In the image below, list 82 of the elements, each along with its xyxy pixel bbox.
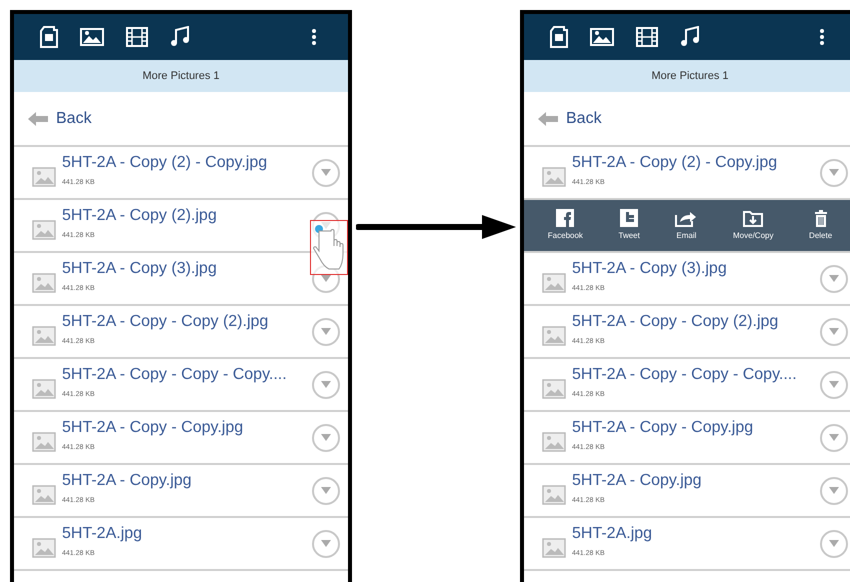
dropdown-button[interactable] xyxy=(820,424,848,452)
caret-icon xyxy=(829,540,839,547)
dropdown-button[interactable] xyxy=(312,424,340,452)
film-icon[interactable] xyxy=(636,27,658,47)
dropdown-button[interactable] xyxy=(312,476,340,504)
folder-title: More Pictures 1 xyxy=(651,68,729,84)
caret-icon xyxy=(321,381,331,388)
facebook-icon xyxy=(556,209,574,227)
file-name[interactable]: 5HT-2A - Copy - Copy - Copy.... xyxy=(62,364,312,385)
image-file-icon xyxy=(32,432,56,452)
dropdown-button[interactable] xyxy=(312,370,340,398)
file-name[interactable]: 5HT-2A.jpg xyxy=(572,524,820,544)
file-name[interactable]: 5HT-2A - Copy - Copy (2).jpg xyxy=(572,312,820,332)
image-file-icon xyxy=(32,378,56,398)
more-menu-icon[interactable] xyxy=(312,29,316,45)
image-file-icon xyxy=(32,326,56,346)
file-name[interactable]: 5HT-2A - Copy (2).jpg xyxy=(62,206,312,226)
image-file-icon xyxy=(542,432,566,452)
image-file-icon xyxy=(32,538,56,558)
image-file-icon xyxy=(32,166,56,186)
dropdown-button[interactable] xyxy=(312,158,340,186)
share-icon xyxy=(675,209,698,227)
caret-icon xyxy=(321,434,331,441)
dropdown-button[interactable] xyxy=(820,530,848,558)
caret-icon xyxy=(321,487,331,494)
folder-title: More Pictures 1 xyxy=(142,68,220,84)
image-file-icon xyxy=(542,538,566,558)
file-name[interactable]: 5HT-2A.jpg xyxy=(62,524,312,544)
film-icon[interactable] xyxy=(126,27,148,47)
music-note-icon[interactable] xyxy=(170,26,190,48)
file-name[interactable]: 5HT-2A - Copy.jpg xyxy=(572,470,820,491)
dropdown-button[interactable] xyxy=(820,370,848,398)
caret-icon xyxy=(829,275,839,282)
file-name[interactable]: 5HT-2A - Copy - Copy.jpg xyxy=(62,418,312,438)
image-file-icon xyxy=(542,484,566,504)
dropdown-button[interactable] xyxy=(820,476,848,504)
picture-icon[interactable] xyxy=(590,28,614,46)
dropdown-button[interactable] xyxy=(820,264,848,292)
sd-card-icon[interactable] xyxy=(40,26,58,48)
caret-icon xyxy=(829,169,839,176)
file-name[interactable]: 5HT-2A - Copy - Copy.jpg xyxy=(572,418,820,438)
back-arrow-icon xyxy=(28,112,48,126)
more-menu-icon[interactable] xyxy=(820,29,824,45)
action-button[interactable]: Delete xyxy=(809,209,832,242)
file-name[interactable]: 5HT-2A - Copy (2) - Copy.jpg xyxy=(572,152,820,173)
image-file-icon xyxy=(32,220,56,240)
file-name[interactable]: 5HT-2A - Copy (3).jpg xyxy=(62,258,312,279)
dropdown-button[interactable] xyxy=(312,530,340,558)
music-note-icon[interactable] xyxy=(680,26,700,48)
file-name[interactable]: 5HT-2A - Copy (3).jpg xyxy=(572,258,820,279)
action-button[interactable]: Move/Copy xyxy=(733,209,774,242)
caret-icon xyxy=(321,169,331,176)
folder-icon xyxy=(743,209,764,227)
caret-icon xyxy=(321,328,331,335)
back-button[interactable]: Back xyxy=(524,92,850,145)
action-button[interactable]: Email xyxy=(675,209,698,242)
file-name[interactable]: 5HT-2A - Copy (2) - Copy.jpg xyxy=(62,152,312,173)
image-file-icon xyxy=(542,272,566,292)
action-button[interactable]: Facebook xyxy=(548,209,583,242)
image-file-icon xyxy=(542,166,566,186)
action-button[interactable]: Tweet xyxy=(618,209,640,242)
dropdown-button[interactable] xyxy=(820,318,848,346)
caret-icon xyxy=(321,540,331,547)
caret-icon xyxy=(829,381,839,388)
back-button[interactable]: Back xyxy=(14,92,348,145)
image-file-icon xyxy=(32,484,56,504)
trash-icon xyxy=(814,209,828,227)
twitter-icon xyxy=(620,209,638,227)
dropdown-button[interactable] xyxy=(820,158,848,186)
caret-icon xyxy=(829,328,839,335)
file-name[interactable]: 5HT-2A - Copy - Copy - Copy.... xyxy=(572,364,820,385)
sd-card-icon[interactable] xyxy=(550,26,568,48)
picture-icon[interactable] xyxy=(80,28,104,46)
file-name[interactable]: 5HT-2A - Copy.jpg xyxy=(62,470,312,491)
dropdown-button[interactable] xyxy=(312,318,340,346)
caret-icon xyxy=(829,487,839,494)
image-file-icon xyxy=(542,326,566,346)
caret-icon xyxy=(829,434,839,441)
image-file-icon xyxy=(32,272,56,292)
back-arrow-icon xyxy=(538,112,558,126)
file-name[interactable]: 5HT-2A - Copy - Copy (2).jpg xyxy=(62,312,312,332)
image-file-icon xyxy=(542,378,566,398)
